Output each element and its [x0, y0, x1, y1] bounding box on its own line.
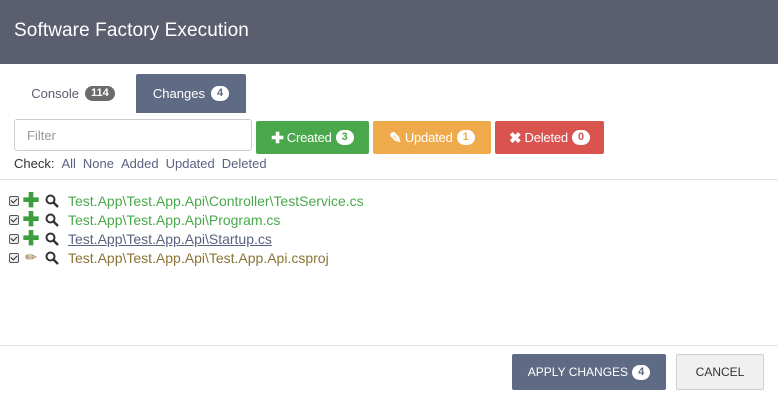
added-plus-icon: ✚	[22, 208, 40, 231]
file-checkbox[interactable]	[9, 195, 19, 206]
tab-console-count-badge: 114	[84, 86, 115, 101]
magnifier-icon[interactable]	[45, 213, 61, 227]
plus-icon: ✚	[271, 129, 284, 147]
filter-input[interactable]	[14, 119, 252, 151]
changed-files-list: ✚ Test.App\Test.App.Api\Controller\TestS…	[9, 191, 364, 267]
check-all-link[interactable]: All	[61, 156, 75, 171]
file-path-link[interactable]: Test.App\Test.App.Api\Startup.cs	[68, 231, 272, 247]
magnifier-icon[interactable]	[45, 232, 61, 246]
check-updated-link[interactable]: Updated	[166, 156, 215, 171]
deleted-filter-button[interactable]: ✖ Deleted 0	[495, 121, 604, 154]
check-none-link[interactable]: None	[83, 156, 114, 171]
file-path[interactable]: Test.App\Test.App.Api\Test.App.Api.cspro…	[68, 250, 329, 266]
updated-filter-label: Updated	[404, 130, 453, 145]
apply-changes-button[interactable]: APPLY CHANGES 4	[512, 354, 666, 390]
added-plus-icon: ✚	[22, 227, 40, 250]
check-added-link[interactable]: Added	[121, 156, 159, 171]
tab-changes-label: Changes	[152, 86, 205, 101]
created-count-badge: 3	[335, 130, 354, 145]
created-filter-button[interactable]: ✚ Created 3	[256, 121, 369, 154]
divider	[0, 345, 778, 346]
file-checkbox[interactable]	[9, 252, 19, 263]
updated-filter-button[interactable]: ✎ Updated 1	[373, 121, 491, 154]
file-row: ✚ Test.App\Test.App.Api\Controller\TestS…	[9, 189, 364, 212]
file-row: ✚ Test.App\Test.App.Api\Program.cs	[9, 208, 364, 231]
cancel-button[interactable]: CANCEL	[676, 354, 764, 390]
magnifier-icon[interactable]	[45, 251, 61, 265]
file-checkbox[interactable]	[9, 233, 19, 244]
added-plus-icon: ✚	[22, 189, 40, 212]
pencil-icon: ✎	[389, 129, 402, 147]
check-deleted-link[interactable]: Deleted	[222, 156, 267, 171]
tab-console[interactable]: Console 114	[14, 74, 132, 113]
magnifier-icon[interactable]	[45, 194, 61, 208]
check-selector: Check: All None Added Updated Deleted	[14, 156, 267, 171]
apply-changes-count-badge: 4	[632, 364, 651, 380]
tab-changes[interactable]: Changes 4	[136, 74, 246, 113]
updated-count-badge: 1	[456, 130, 475, 145]
divider	[0, 179, 778, 180]
dialog-title: Software Factory Execution	[14, 20, 249, 41]
apply-changes-label: APPLY CHANGES	[527, 365, 629, 379]
updated-pencil-icon: ✏	[25, 249, 37, 265]
dialog-header: Software Factory Execution	[0, 0, 778, 64]
check-label: Check:	[14, 156, 55, 171]
tab-changes-count-badge: 4	[210, 86, 230, 101]
file-checkbox[interactable]	[9, 214, 19, 225]
file-row: ✏ Test.App\Test.App.Api\Test.App.Api.csp…	[9, 248, 364, 267]
deleted-filter-label: Deleted	[524, 130, 569, 145]
created-filter-label: Created	[286, 130, 332, 145]
x-icon: ✖	[508, 129, 522, 147]
file-row: ✚ Test.App\Test.App.Api\Startup.cs	[9, 227, 364, 250]
file-path[interactable]: Test.App\Test.App.Api\Controller\TestSer…	[68, 193, 364, 209]
file-path[interactable]: Test.App\Test.App.Api\Program.cs	[68, 212, 280, 228]
deleted-count-badge: 0	[571, 130, 591, 145]
tab-console-label: Console	[31, 86, 79, 101]
